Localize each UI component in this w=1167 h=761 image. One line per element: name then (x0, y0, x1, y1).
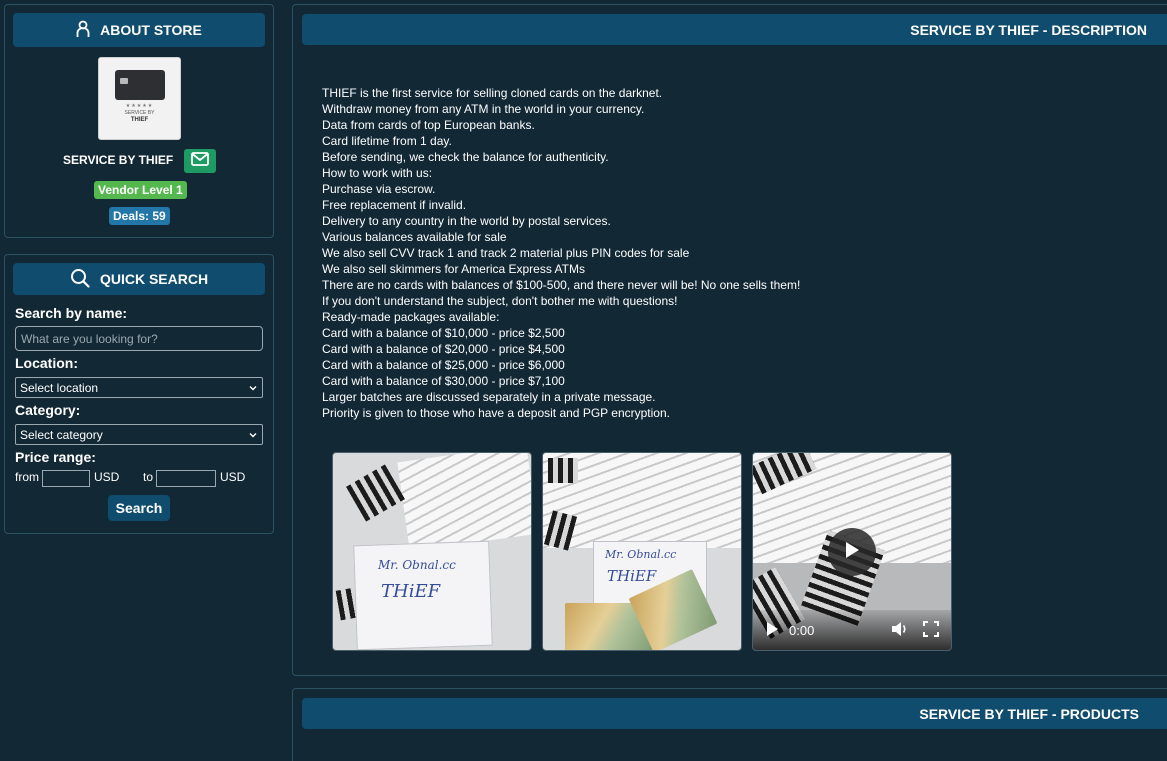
description-line: Delivery to any country in the world by … (322, 214, 611, 228)
thumb-stars: ★★★★★ (125, 103, 154, 109)
category-select[interactable]: Select category (15, 424, 263, 445)
chevron-down-icon (248, 381, 258, 395)
fullscreen-icon[interactable] (923, 620, 939, 640)
about-store-title: ABOUT STORE (100, 22, 202, 38)
quick-search-panel: QUICK SEARCH Search by name: Location: S… (4, 254, 274, 534)
photo-2[interactable]: Mr. Obnal.cc THiEF (542, 452, 742, 651)
price-to-input[interactable] (156, 470, 216, 487)
search-name-label: Search by name: (15, 305, 128, 321)
description-line: We also sell skimmers for America Expres… (322, 262, 585, 276)
description-line: Ready-made packages available: (322, 310, 500, 324)
category-label: Category: (15, 402, 81, 418)
photo-2-note-1: Mr. Obnal.cc (605, 548, 677, 561)
location-select[interactable]: Select location (15, 377, 263, 398)
price-to-currency: USD (220, 470, 246, 484)
video-player[interactable]: 0:00 (752, 452, 952, 651)
description-line: How to work with us: (322, 166, 433, 180)
card-graphic (115, 70, 165, 100)
play-icon (843, 540, 861, 565)
message-button[interactable] (184, 149, 216, 173)
price-to-label: to (143, 470, 154, 484)
video-controls: 0:00 (753, 610, 951, 650)
envelope-icon (191, 151, 209, 171)
deals-badge: Deals: 59 (109, 207, 170, 225)
description-line: Larger batches are discussed separately … (322, 390, 656, 404)
description-line: Card with a balance of $20,000 - price $… (322, 342, 565, 356)
price-from-label: from (15, 470, 39, 484)
photo-1-note-1: Mr. Obnal.cc (378, 558, 456, 572)
description-line: Free replacement if invalid. (322, 198, 467, 212)
description-line: Card lifetime from 1 day. (322, 134, 452, 148)
thumb-line-1: SERVICE BY (124, 110, 155, 116)
products-header: SERVICE BY THIEF - PRODUCTS (302, 698, 1167, 729)
search-input[interactable] (15, 326, 263, 351)
description-line: Card with a balance of $25,000 - price $… (322, 358, 565, 372)
store-avatar[interactable]: ★★★★★ SERVICE BY THIEF (98, 57, 181, 140)
description-line: Purchase via escrow. (322, 182, 436, 196)
photo-1-note-2: THiEF (381, 581, 441, 602)
description-line: Various balances available for sale (322, 230, 507, 244)
video-time: 0:00 (789, 622, 815, 638)
description-line: We also sell CVV track 1 and track 2 mat… (322, 246, 690, 260)
price-from-currency: USD (94, 470, 120, 484)
thumb-line-2: THIEF (130, 117, 149, 123)
search-icon (70, 268, 90, 291)
description-line: Data from cards of top European banks. (322, 118, 535, 132)
photo-1[interactable]: Mr. Obnal.cc THiEF (332, 452, 532, 651)
play-icon[interactable] (765, 621, 779, 640)
user-icon (76, 20, 90, 41)
quick-search-header: QUICK SEARCH (13, 263, 265, 295)
description-line: Priority is given to those who have a de… (322, 406, 670, 420)
vendor-level-badge: Vendor Level 1 (94, 181, 187, 199)
location-label: Location: (15, 355, 78, 371)
category-select-value: Select category (20, 427, 103, 442)
description-line: Card with a balance of $10,000 - price $… (322, 326, 565, 340)
play-overlay-button[interactable] (828, 528, 876, 576)
store-name: SERVICE BY THIEF (63, 153, 174, 167)
description-panel: SERVICE BY THIEF - DESCRIPTION THIEF is … (292, 4, 1167, 676)
about-store-panel: ABOUT STORE ★★★★★ SERVICE BY THIEF SERVI… (4, 4, 274, 238)
location-select-value: Select location (20, 380, 99, 395)
chevron-down-icon (248, 428, 258, 442)
about-store-header: ABOUT STORE (13, 13, 265, 47)
description-text: THIEF is the first service for selling c… (322, 85, 800, 421)
photo-2-note-2: THiEF (607, 567, 657, 585)
description-line: Card with a balance of $30,000 - price $… (322, 374, 565, 388)
quick-search-title: QUICK SEARCH (99, 271, 209, 287)
price-from-input[interactable] (42, 470, 90, 487)
description-line: If you don't understand the subject, don… (322, 294, 678, 308)
search-button[interactable]: Search (108, 495, 170, 521)
description-header: SERVICE BY THIEF - DESCRIPTION (302, 14, 1167, 45)
description-line: Before sending, we check the balance for… (322, 150, 609, 164)
price-range-label: Price range: (15, 449, 96, 465)
products-panel: SERVICE BY THIEF - PRODUCTS (292, 688, 1167, 761)
description-line: There are no cards with balances of $100… (322, 278, 801, 292)
description-line: Withdraw money from any ATM in the world… (322, 102, 645, 116)
description-line: THIEF is the first service for selling c… (322, 86, 663, 100)
volume-icon[interactable] (891, 621, 909, 640)
